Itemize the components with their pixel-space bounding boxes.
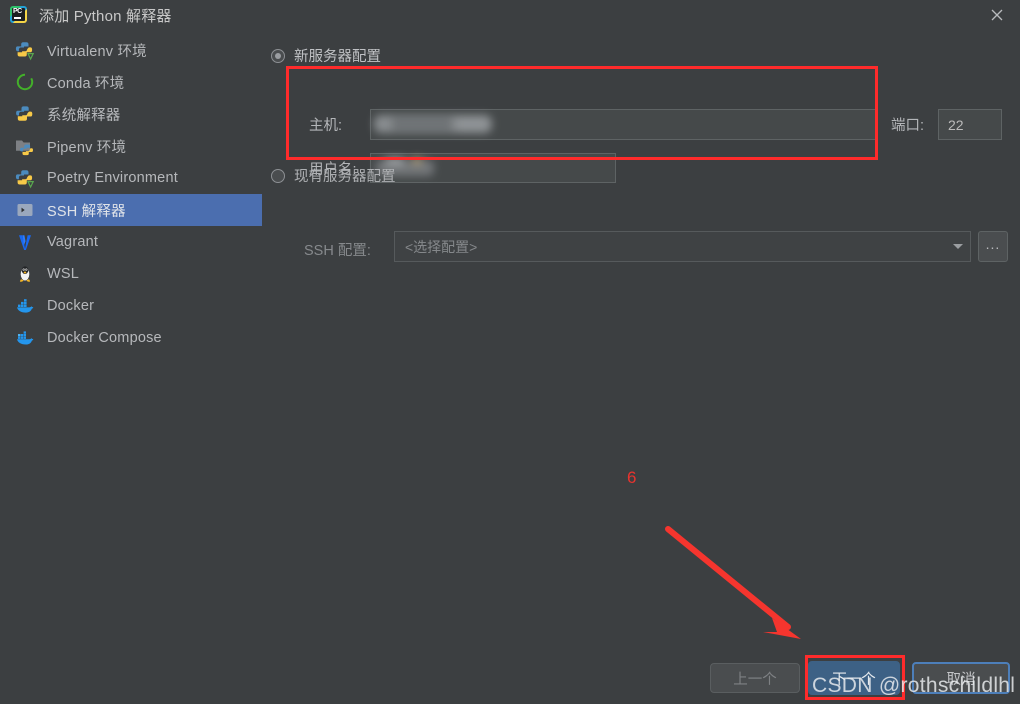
sidebar-item-label: Docker Compose <box>47 330 162 346</box>
window-title: 添加 Python 解释器 <box>39 7 172 25</box>
cancel-button-label: 取消 <box>946 671 976 688</box>
next-button[interactable]: 下一个 <box>808 661 900 695</box>
sidebar-item-label: Poetry Environment <box>47 170 178 186</box>
title-bar: PC 添加 Python 解释器 <box>0 0 1020 30</box>
new-server-config-label: 新服务器配置 <box>294 49 381 65</box>
docker-icon <box>14 295 36 317</box>
next-button-label: 下一个 <box>832 671 876 688</box>
ssh-config-select[interactable]: <选择配置> <box>394 231 971 262</box>
python-icon <box>14 103 36 125</box>
sidebar-item-docker[interactable]: Docker <box>0 290 262 322</box>
cancel-button[interactable]: 取消 <box>912 662 1010 694</box>
sidebar-item-label: SSH 解释器 <box>47 203 126 220</box>
ssh-config-browse-label: ... <box>985 236 1001 252</box>
new-server-config-radio-row[interactable]: 新服务器配置 <box>271 45 381 66</box>
sidebar-item-label: WSL <box>47 266 80 282</box>
existing-server-config-radio[interactable] <box>271 168 285 183</box>
host-label: 主机: <box>309 118 343 134</box>
sidebar-item-label: Conda 环境 <box>47 75 125 92</box>
python-venv-icon <box>14 39 36 61</box>
existing-server-config-label: 现有服务器配置 <box>294 169 396 185</box>
ssh-interpreter-panel: 新服务器配置 主机: 端口: 22 用户名: 现有服务器配置 SSH 配置: <… <box>262 34 1020 664</box>
pycharm-icon-text: PC <box>13 8 22 15</box>
sidebar-item-label: Pipenv 环境 <box>47 139 127 156</box>
port-input[interactable]: 22 <box>938 109 1002 140</box>
sidebar-item-label: 系统解释器 <box>47 107 121 124</box>
existing-server-config-row[interactable]: 现有服务器配置 <box>271 165 396 186</box>
pipenv-icon <box>14 135 36 157</box>
ssh-config-placeholder: <选择配置> <box>405 238 478 255</box>
sidebar-item-conda[interactable]: Conda 环境 <box>0 66 262 98</box>
poetry-icon <box>14 167 36 189</box>
back-button-label: 上一个 <box>733 671 777 688</box>
sidebar-item-vagrant[interactable]: Vagrant <box>0 226 262 258</box>
sidebar-item-poetry[interactable]: Poetry Environment <box>0 162 262 194</box>
ssh-terminal-icon <box>14 199 36 221</box>
sidebar-item-label: Docker <box>47 298 95 314</box>
ssh-config-browse-button[interactable]: ... <box>978 231 1008 262</box>
username-input[interactable] <box>370 153 616 183</box>
linux-penguin-icon <box>14 263 36 285</box>
new-server-config-radio[interactable] <box>271 48 285 63</box>
back-button[interactable]: 上一个 <box>710 663 800 693</box>
sidebar-item-system-interpreter[interactable]: 系统解释器 <box>0 98 262 130</box>
ssh-config-label: SSH 配置: <box>304 243 371 259</box>
close-icon[interactable] <box>982 2 1012 28</box>
interpreter-type-sidebar[interactable]: Virtualenv 环境 Conda 环境 系统解释器 Pipenv 环境 P… <box>0 34 262 664</box>
sidebar-item-label: Virtualenv 环境 <box>47 43 147 60</box>
port-input-value: 22 <box>948 116 964 133</box>
sidebar-item-virtualenv[interactable]: Virtualenv 环境 <box>0 34 262 66</box>
host-input[interactable] <box>370 109 876 140</box>
chevron-down-icon[interactable] <box>946 232 970 261</box>
conda-icon <box>14 71 36 93</box>
sidebar-item-wsl[interactable]: WSL <box>0 258 262 290</box>
sidebar-item-docker-compose[interactable]: Docker Compose <box>0 322 262 354</box>
port-label: 端口: <box>891 118 925 134</box>
sidebar-item-label: Vagrant <box>47 234 99 250</box>
sidebar-item-ssh-interpreter[interactable]: SSH 解释器 <box>0 194 262 226</box>
pycharm-icon: PC <box>9 5 29 25</box>
vagrant-icon <box>14 231 36 253</box>
sidebar-item-pipenv[interactable]: Pipenv 环境 <box>0 130 262 162</box>
docker-compose-icon <box>14 327 36 349</box>
